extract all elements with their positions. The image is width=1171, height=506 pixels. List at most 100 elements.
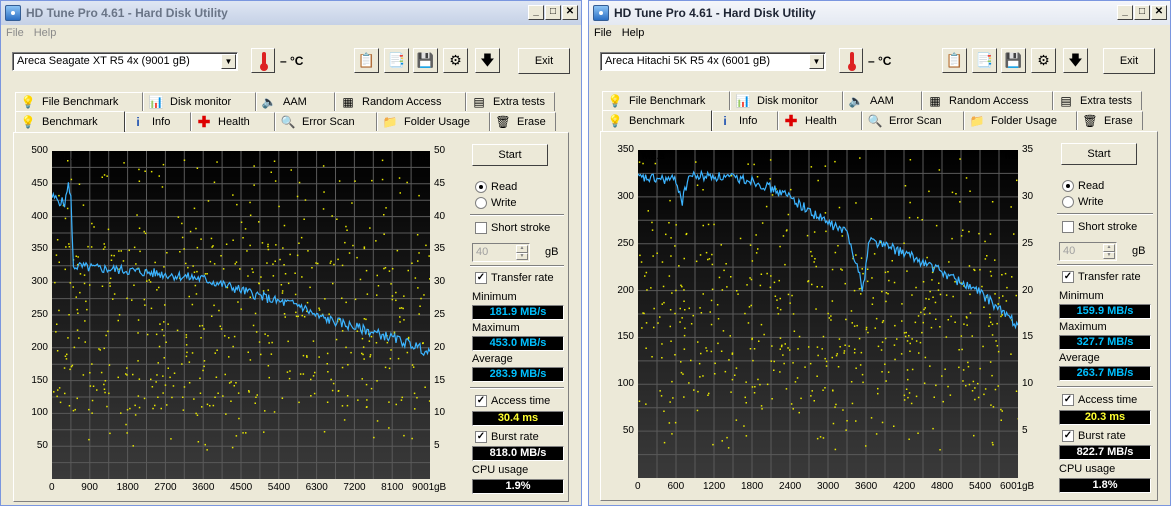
access-time-point	[845, 318, 847, 321]
chevron-down-icon[interactable]: ▼	[221, 54, 236, 69]
access-time-point	[751, 338, 753, 341]
thermometer-icon[interactable]	[839, 48, 863, 73]
short-stroke-stepper[interactable]: 40 ▲ ▼	[1059, 242, 1117, 261]
menu-file[interactable]: File	[594, 27, 612, 39]
tab-extra-tests[interactable]: ▤ Extra tests	[1053, 91, 1142, 110]
chevron-down-icon[interactable]: ▼	[809, 54, 824, 69]
tab-file-benchmark[interactable]: 💡 File Benchmark	[15, 92, 143, 111]
download-button[interactable]: 🡇	[475, 48, 500, 73]
close-button[interactable]: ✕	[1151, 5, 1167, 20]
save-button[interactable]: 💾	[1001, 48, 1026, 73]
tab-erase[interactable]: 🗑 Erase	[1077, 111, 1143, 130]
copy-screenshot-button[interactable]: 📑	[972, 48, 997, 73]
access-time-point	[247, 351, 249, 353]
copy-info-button[interactable]: 📋	[942, 48, 967, 73]
tab-folder-usage[interactable]: 📁 Folder Usage	[377, 112, 490, 131]
minimize-button[interactable]: _	[1117, 5, 1133, 20]
access-time-point	[282, 247, 284, 249]
trash-icon: 🗑	[495, 114, 511, 129]
tab-health[interactable]: ✚ Health	[191, 112, 275, 131]
access-time-point	[696, 184, 699, 186]
exit-button[interactable]: Exit	[1103, 48, 1155, 74]
access-time-point	[759, 284, 762, 287]
access-time-point	[69, 368, 71, 371]
short-stroke-stepper[interactable]: 40 ▲ ▼	[472, 243, 530, 262]
tab-extra-tests[interactable]: ▤ Extra tests	[466, 92, 555, 111]
drive-select[interactable]: Areca Seagate XT R5 4x (9001 gB) ▼	[12, 52, 238, 71]
access-time-point	[329, 262, 332, 264]
access-time-point	[83, 274, 86, 276]
access-time-point	[824, 165, 827, 167]
short-stroke-checkbox[interactable]	[1062, 221, 1074, 233]
copy-info-button[interactable]: 📋	[354, 48, 379, 73]
access-time-point	[721, 440, 723, 442]
access-time-point	[979, 269, 981, 271]
tab-benchmark[interactable]: 💡 Benchmark	[602, 110, 712, 131]
access-time-point	[935, 318, 937, 320]
access-time-point	[216, 161, 218, 163]
tab-error-scan[interactable]: 🔍 Error Scan	[275, 112, 377, 131]
close-button[interactable]: ✕	[562, 5, 578, 20]
download-button[interactable]: 🡇	[1063, 48, 1088, 73]
transfer-rate-checkbox[interactable]: ✓	[475, 272, 487, 284]
short-stroke-checkbox[interactable]	[475, 222, 487, 234]
y2-tick-label: 35	[1022, 144, 1034, 155]
drive-select[interactable]: Areca Hitachi 5K R5 4x (6001 gB) ▼	[600, 52, 826, 71]
tab-disk-monitor[interactable]: 📊 Disk monitor	[143, 92, 256, 111]
tab-error-scan[interactable]: 🔍 Error Scan	[862, 111, 964, 130]
tab-erase[interactable]: 🗑 Erase	[490, 112, 556, 131]
access-time-checkbox[interactable]: ✓	[1062, 394, 1074, 406]
options-button[interactable]: ⚙	[443, 48, 468, 73]
options-button[interactable]: ⚙	[1031, 48, 1056, 73]
tab-benchmark[interactable]: 💡 Benchmark	[15, 111, 125, 132]
tab-file-benchmark[interactable]: 💡 File Benchmark	[602, 91, 730, 110]
menu-help[interactable]: Help	[622, 27, 645, 39]
start-button[interactable]: Start	[472, 144, 548, 166]
tab-random-access[interactable]: ▦ Random Access	[922, 91, 1053, 110]
access-time-point	[274, 180, 277, 182]
maximize-button[interactable]: □	[545, 5, 561, 20]
access-time-point	[924, 356, 927, 359]
burst-rate-checkbox[interactable]: ✓	[1062, 430, 1074, 442]
write-radio[interactable]	[475, 197, 487, 209]
tab-folder-usage[interactable]: 📁 Folder Usage	[964, 111, 1077, 130]
access-time-point	[155, 333, 158, 336]
access-time-point	[161, 186, 164, 188]
read-radio[interactable]	[475, 181, 487, 193]
transfer-rate-checkbox[interactable]: ✓	[1062, 271, 1074, 283]
menu-help[interactable]: Help	[34, 27, 57, 39]
menu-file[interactable]: File	[6, 27, 24, 39]
tab-info[interactable]: i Info	[125, 112, 191, 131]
access-time-point	[428, 255, 430, 257]
tab-info[interactable]: i Info	[712, 111, 778, 130]
exit-button[interactable]: Exit	[518, 48, 570, 74]
access-time-point	[126, 297, 128, 300]
tab-aam[interactable]: 🔈 AAM	[843, 91, 922, 110]
thermometer-icon[interactable]	[251, 48, 275, 73]
access-time-point	[906, 369, 909, 371]
maximize-button[interactable]: □	[1134, 5, 1150, 20]
start-button[interactable]: Start	[1061, 143, 1137, 165]
copy-screenshot-button[interactable]: 📑	[384, 48, 409, 73]
read-radio[interactable]	[1062, 180, 1074, 192]
title-bar[interactable]: HD Tune Pro 4.61 - Hard Disk Utility _ □…	[1, 1, 581, 25]
access-time-point	[1001, 274, 1003, 276]
access-time-point	[971, 335, 973, 337]
title-bar[interactable]: HD Tune Pro 4.61 - Hard Disk Utility _ □…	[589, 1, 1170, 25]
access-time-point	[336, 218, 338, 220]
access-time-checkbox[interactable]: ✓	[475, 395, 487, 407]
access-time-point	[296, 195, 299, 198]
save-button[interactable]: 💾	[413, 48, 438, 73]
access-time-point	[148, 279, 150, 281]
burst-rate-checkbox[interactable]: ✓	[475, 431, 487, 443]
tab-random-access[interactable]: ▦ Random Access	[335, 92, 466, 111]
access-time-point	[280, 284, 283, 286]
write-radio[interactable]	[1062, 196, 1074, 208]
minimize-button[interactable]: _	[528, 5, 544, 20]
tab-disk-monitor[interactable]: 📊 Disk monitor	[730, 91, 843, 110]
access-time-point	[941, 375, 943, 377]
access-time-point	[917, 315, 920, 317]
tab-aam[interactable]: 🔈 AAM	[256, 92, 335, 111]
tab-health[interactable]: ✚ Health	[778, 111, 862, 130]
access-time-point	[669, 309, 672, 311]
